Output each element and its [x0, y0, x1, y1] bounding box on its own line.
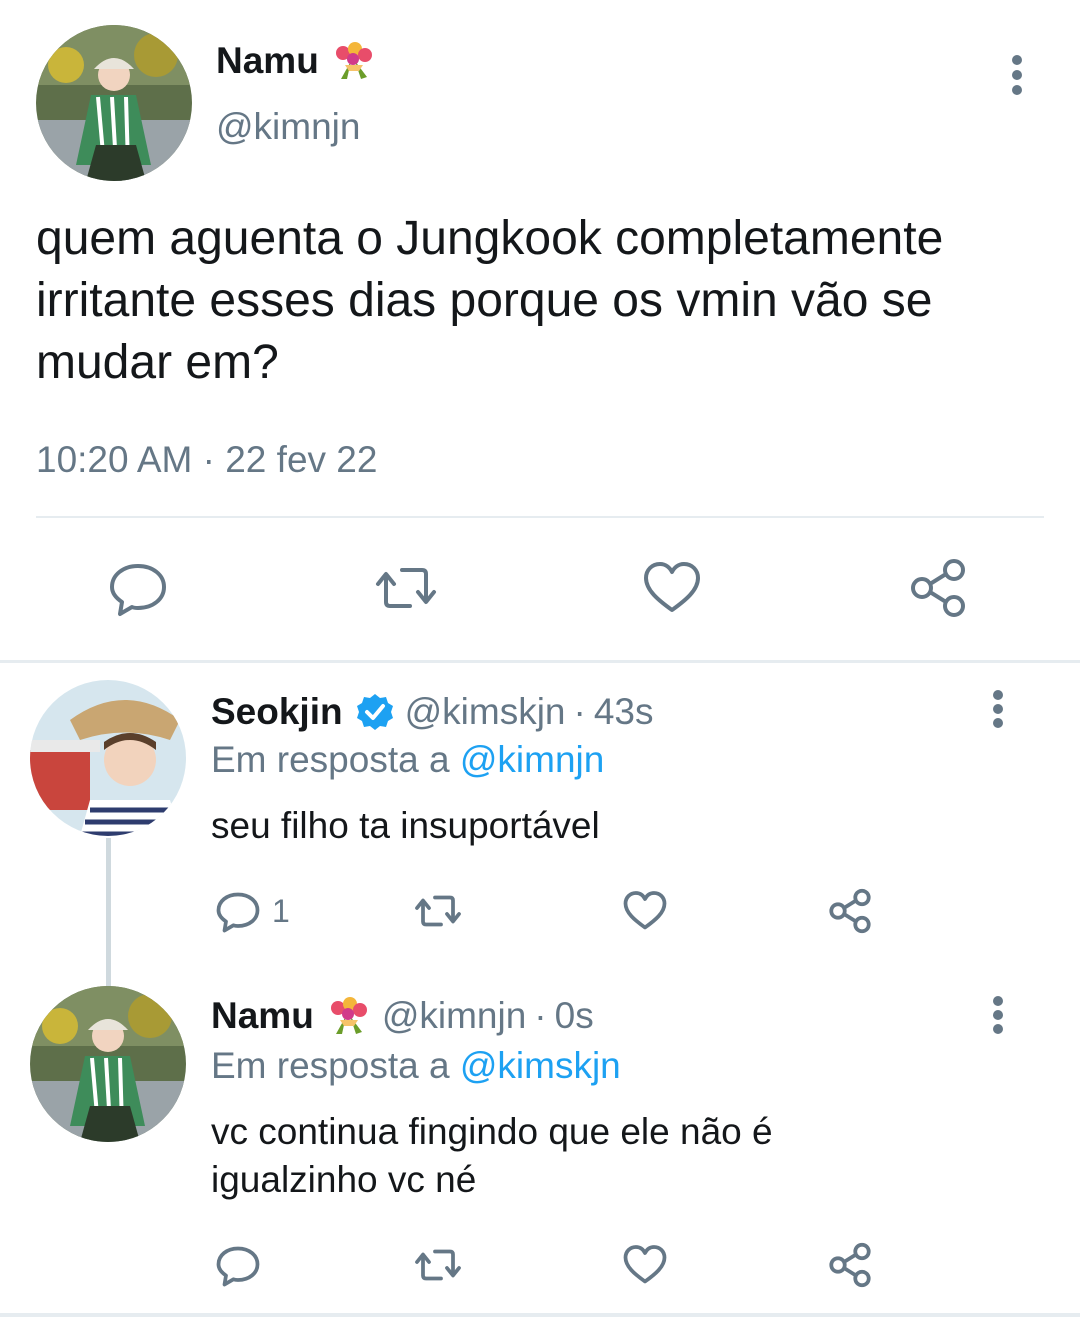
meta-separator: · — [202, 439, 215, 480]
author-name: Namu — [211, 995, 314, 1036]
more-options-icon[interactable] — [984, 688, 1012, 730]
reply-context: Em resposta a @kimskjn — [211, 1042, 621, 1090]
reply-text: seu filho ta insuportável — [211, 805, 600, 846]
like-icon[interactable] — [621, 1241, 669, 1289]
meta-separator: · — [573, 691, 586, 732]
main-tweet-text: quem aguenta o Jungkook completamente ir… — [36, 212, 944, 389]
reply-avatar[interactable] — [30, 680, 186, 836]
reply-count: 1 — [272, 893, 290, 929]
like-icon[interactable] — [640, 556, 704, 620]
reply-to-link[interactable]: @kimnjn — [460, 739, 604, 780]
reply-handle: @kimskjn — [404, 691, 566, 732]
share-icon[interactable] — [826, 887, 874, 935]
main-tweet-author[interactable]: Namu — [216, 38, 377, 84]
retweet-icon[interactable] — [414, 887, 462, 935]
meta-separator: · — [534, 995, 547, 1036]
author-name: Namu — [216, 40, 319, 81]
bouquet-icon — [326, 996, 372, 1036]
reply-icon[interactable] — [214, 1241, 262, 1289]
main-tweet-handle[interactable]: @kimnjn — [216, 104, 360, 150]
retweet-icon[interactable] — [414, 1241, 462, 1289]
like-icon[interactable] — [621, 887, 669, 935]
more-options-icon[interactable] — [984, 994, 1012, 1036]
reply-avatar[interactable] — [30, 986, 186, 1142]
divider — [0, 660, 1080, 663]
more-options-icon[interactable] — [1000, 52, 1034, 98]
reply-prefix: Em resposta a — [211, 1045, 450, 1086]
verified-badge-icon — [355, 692, 395, 732]
tweet-time: 10:20 AM — [36, 439, 193, 480]
reply-icon[interactable] — [106, 556, 170, 620]
tweet-date: 22 fev 22 — [225, 439, 378, 480]
reply-header[interactable]: Seokjin @kimskjn · 43s — [211, 688, 654, 736]
share-icon[interactable] — [906, 556, 970, 620]
bouquet-icon — [331, 41, 377, 81]
reply-time: 0s — [554, 995, 594, 1036]
reply-text: vc continua fingindo que ele não é igual… — [211, 1111, 773, 1200]
reply-prefix: Em resposta a — [211, 739, 450, 780]
reply-header[interactable]: Namu @kimnjn · 0s — [211, 992, 594, 1040]
reply-to-link[interactable]: @kimskjn — [460, 1045, 621, 1086]
reply-icon[interactable] — [214, 887, 262, 935]
reply-handle: @kimnjn — [381, 995, 527, 1036]
divider — [0, 1313, 1080, 1317]
main-tweet-timestamp[interactable]: 10:20 AM · 22 fev 22 — [36, 436, 377, 484]
divider — [36, 516, 1044, 518]
reply-context: Em resposta a @kimnjn — [211, 736, 604, 784]
main-tweet-avatar[interactable] — [36, 25, 192, 181]
author-name: Seokjin — [211, 691, 343, 732]
thread-line — [106, 838, 111, 988]
reply-time: 43s — [593, 691, 654, 732]
retweet-icon[interactable] — [374, 556, 438, 620]
share-icon[interactable] — [826, 1241, 874, 1289]
